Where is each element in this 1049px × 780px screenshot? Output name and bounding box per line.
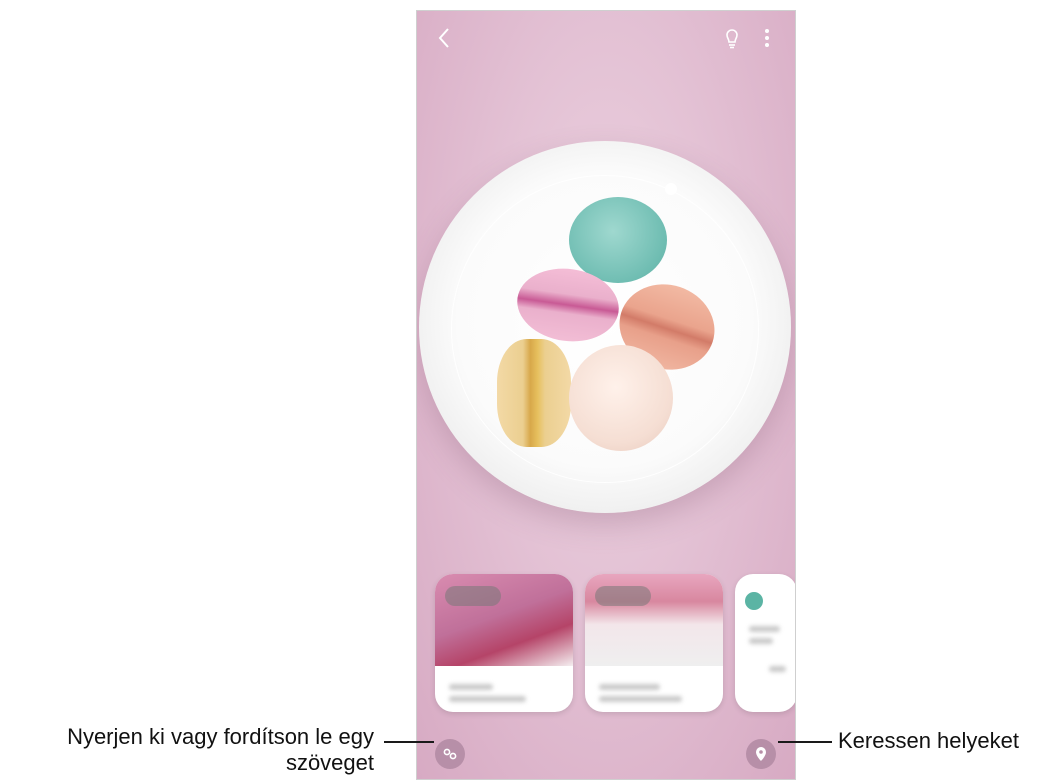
result-card[interactable] xyxy=(735,574,795,712)
card-text xyxy=(585,666,723,712)
lightbulb-icon xyxy=(726,29,738,49)
card-text xyxy=(735,574,795,690)
callout-line-search-places xyxy=(778,741,832,743)
focus-ring-handle[interactable] xyxy=(665,183,677,195)
result-card[interactable] xyxy=(435,574,573,712)
callout-line-text-extract xyxy=(384,741,434,743)
more-options-button[interactable] xyxy=(757,25,777,51)
back-arrow-icon xyxy=(438,28,449,48)
back-button[interactable] xyxy=(431,25,457,51)
card-tag xyxy=(445,586,501,606)
bixby-lens-button[interactable] xyxy=(719,25,745,51)
focus-ring[interactable] xyxy=(451,175,759,483)
top-bar xyxy=(417,11,795,61)
phone-screen xyxy=(416,10,796,780)
search-places-button[interactable] xyxy=(746,739,776,769)
location-pin-icon xyxy=(756,747,766,761)
more-options-icon xyxy=(765,29,769,47)
callout-text-extract: Nyerjen ki vagy fordítson le egy szövege… xyxy=(67,724,374,775)
text-extract-icon xyxy=(443,748,457,760)
card-tag xyxy=(595,586,651,606)
card-text xyxy=(435,666,573,712)
result-card[interactable] xyxy=(585,574,723,712)
result-cards xyxy=(435,574,795,714)
text-extract-button[interactable] xyxy=(435,739,465,769)
callout-search-places: Keressen helyeket xyxy=(838,728,1019,753)
